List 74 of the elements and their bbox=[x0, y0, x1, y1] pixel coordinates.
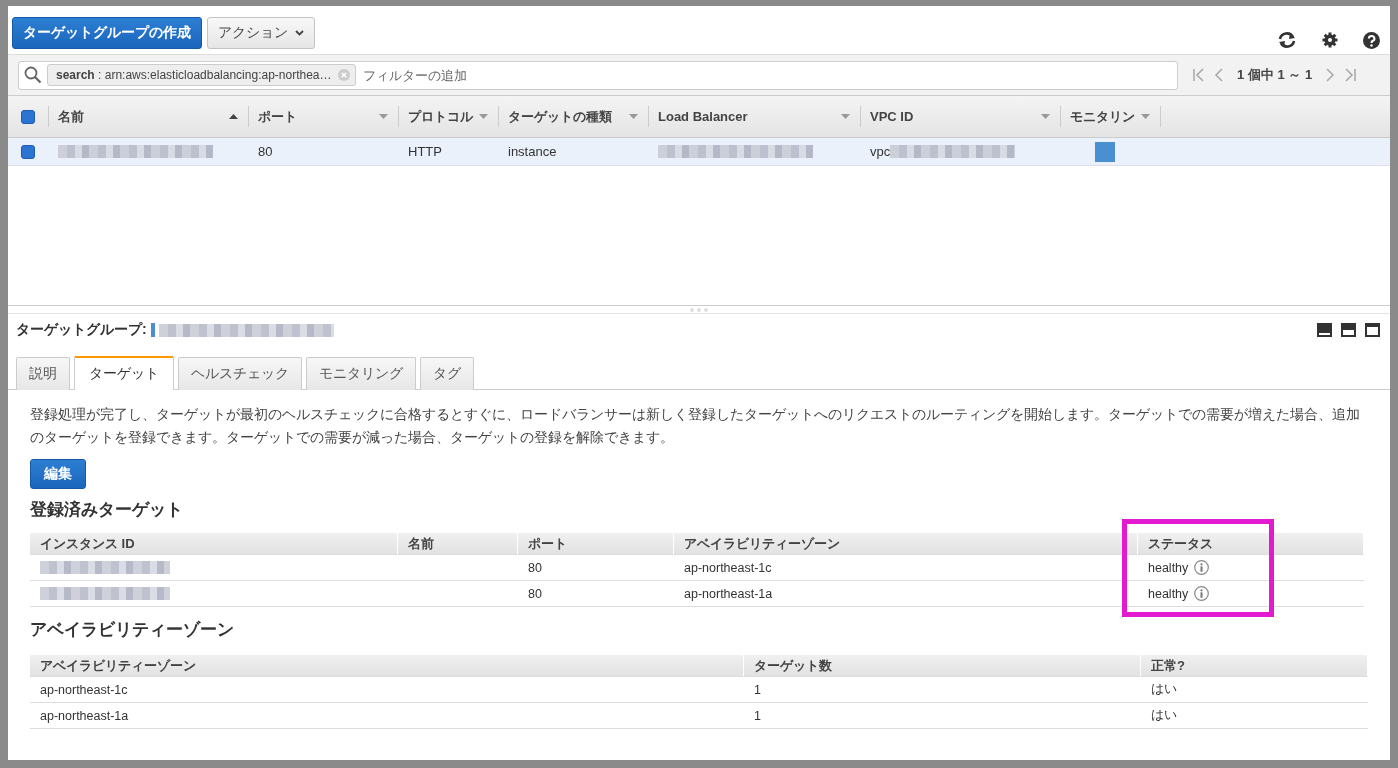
tab[interactable]: ターゲット bbox=[74, 356, 174, 390]
table-cell: instance bbox=[508, 144, 557, 159]
column-header[interactable]: ポート bbox=[248, 96, 398, 137]
column-header[interactable]: 名前 bbox=[48, 96, 248, 137]
column-header[interactable]: プロトコル bbox=[398, 96, 498, 137]
status-text: healthy bbox=[1148, 586, 1189, 601]
table-cell: vpc bbox=[870, 144, 891, 159]
refresh-icon[interactable] bbox=[1277, 31, 1297, 49]
table-cell: はい bbox=[1151, 707, 1177, 724]
help-icon[interactable] bbox=[1363, 31, 1380, 49]
column-header: ポート bbox=[518, 533, 674, 555]
sort-icon[interactable] bbox=[841, 113, 850, 120]
tab[interactable]: タグ bbox=[420, 357, 474, 390]
table-cell: ap-northeast-1a bbox=[684, 586, 773, 601]
tab[interactable]: モニタリング bbox=[306, 357, 416, 390]
column-header: 名前 bbox=[398, 533, 518, 555]
sort-icon[interactable] bbox=[1141, 113, 1150, 120]
table-cell: HTTP bbox=[408, 144, 442, 159]
table-cell: ap-northeast-1a bbox=[40, 708, 129, 723]
section-heading: アベイラビリティーゾーン bbox=[30, 619, 235, 641]
filter-token[interactable]: search : arn:aws:elasticloadbalancing:ap-northea… bbox=[47, 64, 356, 86]
marker-icon bbox=[150, 323, 155, 337]
column-header: アベイラビリティーゾーン bbox=[30, 655, 744, 677]
column-header: アベイラビリティーゾーン bbox=[674, 533, 1138, 555]
table-cell: ap-northeast-1c bbox=[40, 682, 128, 697]
info-icon[interactable] bbox=[1194, 586, 1210, 601]
column-header[interactable]: モニタリン bbox=[1060, 96, 1160, 137]
column-header[interactable]: VPC ID bbox=[860, 96, 1060, 137]
table-cell: 1 bbox=[754, 682, 761, 697]
table-cell: 80 bbox=[258, 144, 273, 159]
pane-minimize-icon[interactable] bbox=[1317, 323, 1332, 337]
column-header[interactable]: ターゲットの種類 bbox=[498, 96, 648, 137]
row-checkbox[interactable] bbox=[21, 144, 35, 159]
first-page-icon[interactable] bbox=[1192, 67, 1204, 83]
actions-button[interactable]: アクション bbox=[207, 17, 315, 49]
column-header: ステータス bbox=[1138, 533, 1364, 555]
table-row[interactable]: 80 HTTP instance vpc bbox=[8, 138, 1390, 166]
table-cell: はい bbox=[1151, 681, 1177, 698]
search-field[interactable]: search : arn:aws:elasticloadbalancing:ap-northea… フィルターの追加 bbox=[18, 60, 1178, 90]
pane-half-icon[interactable] bbox=[1341, 323, 1356, 337]
settings-icon[interactable] bbox=[1322, 32, 1338, 48]
sort-icon[interactable] bbox=[629, 113, 638, 120]
tab[interactable]: 説明 bbox=[16, 357, 70, 390]
tab[interactable]: ヘルスチェック bbox=[178, 357, 302, 390]
status-text: healthy bbox=[1148, 560, 1189, 575]
last-page-icon[interactable] bbox=[1345, 67, 1358, 83]
previous-page-icon[interactable] bbox=[1214, 67, 1224, 83]
info-icon[interactable] bbox=[1194, 560, 1210, 575]
monitoring-icon[interactable] bbox=[1095, 141, 1115, 162]
sort-ascending-icon[interactable] bbox=[229, 113, 238, 120]
pagination-text: 1 個中 1 ～ 1 bbox=[1237, 66, 1313, 84]
sort-icon[interactable] bbox=[479, 113, 488, 120]
description-text: 登録処理が完了し、ターゲットが最初のヘルスチェックに合格するとすぐに、ロードバランサーは新しく登録したターゲットへのリクエストのルーティングを開始します。ターゲットでの需要が増えた場合、追加のターゲットを登録できます。ターゲットでの需要が減った場合、ターゲットの登録を解除できます。 bbox=[30, 406, 1361, 447]
column-header[interactable]: Load Balancer bbox=[648, 96, 860, 137]
section-heading: 登録済みターゲット bbox=[30, 499, 184, 521]
clear-icon[interactable] bbox=[337, 69, 350, 81]
column-header: ターゲット数 bbox=[744, 655, 1141, 677]
next-page-icon[interactable] bbox=[1325, 67, 1336, 83]
create-target-group-button[interactable]: ターゲットグループの作成 bbox=[12, 17, 202, 49]
resize-handle-icon[interactable] bbox=[690, 307, 708, 312]
sort-icon[interactable] bbox=[379, 113, 388, 120]
column-header: 正常? bbox=[1141, 655, 1368, 677]
table-cell: 80 bbox=[528, 586, 542, 601]
caret-icon bbox=[295, 30, 304, 36]
search-icon bbox=[24, 66, 42, 84]
pane-maximize-icon[interactable] bbox=[1365, 323, 1380, 337]
table-cell: 1 bbox=[754, 708, 761, 723]
target-group-label: ターゲットグループ: bbox=[16, 321, 147, 339]
select-all-checkbox[interactable] bbox=[21, 109, 35, 124]
column-header: インスタンス ID bbox=[30, 533, 398, 555]
edit-button[interactable]: 編集 bbox=[30, 459, 86, 489]
sort-icon[interactable] bbox=[1041, 113, 1050, 120]
table-cell: 80 bbox=[528, 560, 542, 575]
table-cell: ap-northeast-1c bbox=[684, 560, 772, 575]
